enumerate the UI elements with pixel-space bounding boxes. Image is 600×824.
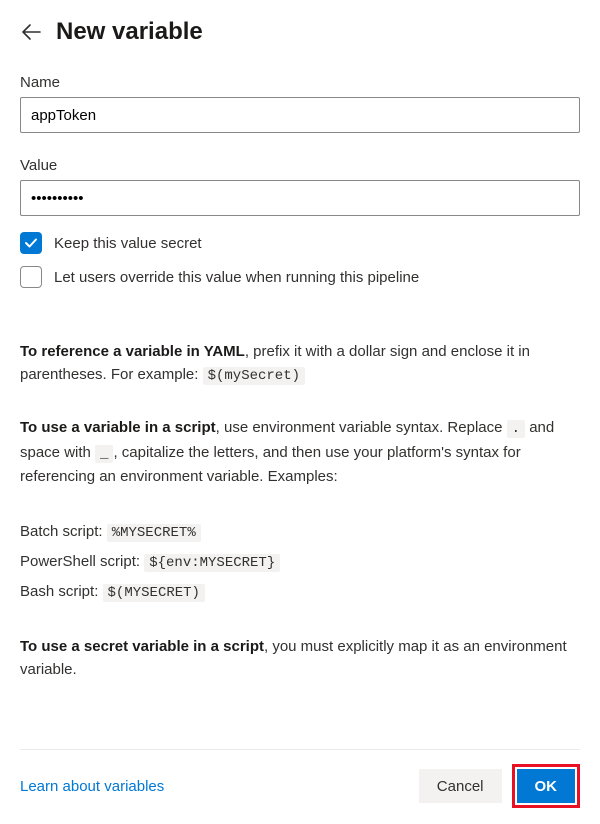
- help-text: To reference a variable in YAML, prefix …: [20, 340, 580, 709]
- allow-override-label: Let users override this value when runni…: [54, 269, 419, 286]
- page-title: New variable: [56, 18, 203, 46]
- value-label: Value: [20, 157, 580, 174]
- ok-button-highlight: OK: [512, 764, 581, 808]
- cancel-button[interactable]: Cancel: [419, 769, 502, 803]
- value-input[interactable]: [20, 180, 580, 216]
- keep-secret-checkbox[interactable]: [20, 232, 42, 254]
- name-input[interactable]: [20, 97, 580, 133]
- learn-about-variables-link[interactable]: Learn about variables: [20, 778, 164, 795]
- name-label: Name: [20, 74, 580, 91]
- back-arrow-icon[interactable]: [20, 21, 42, 43]
- allow-override-checkbox[interactable]: [20, 266, 42, 288]
- keep-secret-label: Keep this value secret: [54, 235, 202, 252]
- ok-button[interactable]: OK: [517, 769, 576, 803]
